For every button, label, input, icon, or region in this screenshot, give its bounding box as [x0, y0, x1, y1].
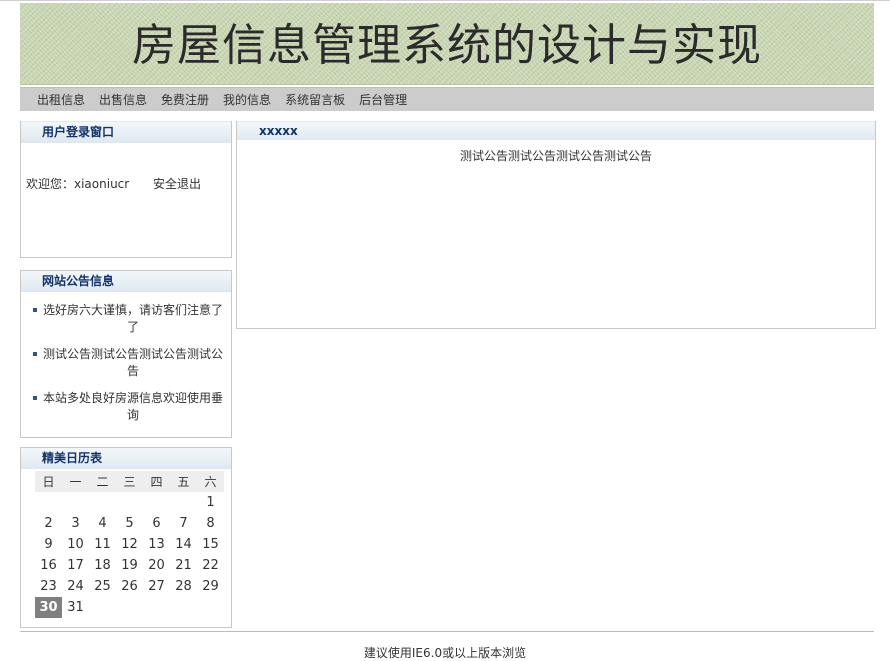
- calendar-day[interactable]: 11: [89, 534, 116, 555]
- calendar-empty-cell: [143, 597, 170, 618]
- footer-text: 建议使用IE6.0或以上版本浏览: [363, 646, 527, 660]
- calendar-week-row: 16 17 18 19 20 21 22: [35, 555, 224, 576]
- logout-link[interactable]: 安全退出: [153, 177, 201, 191]
- weekday-label: 四: [143, 471, 170, 492]
- calendar-day[interactable]: 14: [170, 534, 197, 555]
- main-content-panel: xxxxx 测试公告测试公告测试公告测试公告: [236, 121, 876, 329]
- calendar-day[interactable]: 8: [197, 513, 224, 534]
- calendar-day[interactable]: 26: [116, 576, 143, 597]
- calendar-day[interactable]: 15: [197, 534, 224, 555]
- calendar-day[interactable]: 29: [197, 576, 224, 597]
- notice-item-text: 选好房六大谨慎，请访客们注意了了: [42, 303, 223, 334]
- weekday-label: 三: [116, 471, 143, 492]
- bullet-icon: [33, 396, 37, 400]
- calendar-grid: 日 一 二 三 四 五 六 1 2 3 4 5 6 7 8 9 10 11 12 13 14 15 16 17 1…: [35, 471, 224, 618]
- calendar-empty-cell: [89, 492, 116, 513]
- calendar-empty-cell: [170, 597, 197, 618]
- calendar-day[interactable]: 21: [170, 555, 197, 576]
- nav-item-sale[interactable]: 出售信息: [99, 88, 147, 111]
- calendar-empty-cell: [143, 492, 170, 513]
- calendar-day[interactable]: 10: [62, 534, 89, 555]
- notice-item[interactable]: 选好房六大谨慎，请访客们注意了了: [33, 302, 225, 336]
- calendar-day[interactable]: 9: [35, 534, 62, 555]
- site-title: 房屋信息管理系统的设计与实现: [132, 20, 762, 71]
- calendar-day[interactable]: 4: [89, 513, 116, 534]
- calendar-empty-cell: [35, 492, 62, 513]
- top-border: [0, 0, 890, 1]
- calendar-day[interactable]: 31: [62, 597, 89, 618]
- notice-item-text: 测试公告测试公告测试公告测试公告: [42, 347, 223, 378]
- notice-list: 选好房六大谨慎，请访客们注意了了 测试公告测试公告测试公告测试公告 本站多处良好…: [21, 292, 231, 424]
- weekday-label: 二: [89, 471, 116, 492]
- welcome-text: 欢迎您：xiaoniucr: [26, 177, 130, 191]
- calendar-week-row: 2345678: [35, 513, 224, 534]
- calendar-panel-title: 精美日历表: [21, 448, 231, 469]
- main-notice-text: 测试公告测试公告测试公告测试公告: [459, 149, 652, 163]
- calendar-empty-cell: [62, 492, 89, 513]
- login-panel: 用户登录窗口 欢迎您：xiaoniucr 安全退出: [20, 121, 232, 258]
- site-banner: 房屋信息管理系统的设计与实现: [20, 3, 874, 85]
- calendar-empty-cell: [116, 492, 143, 513]
- calendar-day[interactable]: 3: [62, 513, 89, 534]
- calendar-day[interactable]: 2: [35, 513, 62, 534]
- calendar-day[interactable]: 24: [62, 576, 89, 597]
- calendar-empty-cell: [170, 492, 197, 513]
- calendar-weekday-row: 日 一 二 三 四 五 六: [35, 471, 224, 492]
- calendar-day[interactable]: 12: [116, 534, 143, 555]
- calendar-empty-cell: [89, 597, 116, 618]
- calendar-day[interactable]: 5: [116, 513, 143, 534]
- bullet-icon: [33, 308, 37, 312]
- footer-divider: [20, 631, 874, 632]
- calendar-day[interactable]: 1: [197, 492, 224, 513]
- calendar-day[interactable]: 20: [143, 555, 170, 576]
- calendar-day[interactable]: 23: [35, 576, 62, 597]
- calendar-week-row: 23 24 25 26 27 28 29: [35, 576, 224, 597]
- notice-panel: 网站公告信息 选好房六大谨慎，请访客们注意了了 测试公告测试公告测试公告测试公告…: [20, 270, 232, 438]
- calendar-day[interactable]: 7: [170, 513, 197, 534]
- weekday-label: 五: [170, 471, 197, 492]
- login-status: 欢迎您：xiaoniucr 安全退出: [26, 175, 201, 192]
- weekday-label: 六: [197, 471, 224, 492]
- nav-item-my-info[interactable]: 我的信息: [223, 88, 271, 111]
- main-panel-title: xxxxx: [237, 121, 875, 140]
- calendar-empty-cell: [197, 597, 224, 618]
- calendar-day[interactable]: 17: [62, 555, 89, 576]
- calendar-day[interactable]: 19: [116, 555, 143, 576]
- nav-items: 出租信息 出售信息 免费注册 我的信息 系统留言板 后台管理: [37, 88, 421, 111]
- weekday-label: 一: [62, 471, 89, 492]
- login-panel-title: 用户登录窗口: [21, 121, 231, 143]
- nav-item-rent[interactable]: 出租信息: [37, 88, 85, 111]
- nav-item-register[interactable]: 免费注册: [161, 88, 209, 111]
- main-nav: 出租信息 出售信息 免费注册 我的信息 系统留言板 后台管理: [20, 87, 874, 111]
- calendar-day[interactable]: 6: [143, 513, 170, 534]
- calendar-panel: 精美日历表 日 一 二 三 四 五 六 1 2 3 4 5 6 7 8 9 10 11 12 13 14 1…: [20, 447, 232, 628]
- calendar-day[interactable]: 28: [170, 576, 197, 597]
- calendar-empty-cell: [116, 597, 143, 618]
- calendar-day[interactable]: 16: [35, 555, 62, 576]
- weekday-label: 日: [35, 471, 62, 492]
- calendar-day[interactable]: 22: [197, 555, 224, 576]
- calendar-days: 1 2 3 4 5 6 7 8 9 10 11 12 13 14 15 16 17 18 19 20 21 22 23 24 2…: [35, 492, 224, 618]
- calendar-week-row: 1: [35, 492, 224, 513]
- calendar-day[interactable]: 25: [89, 576, 116, 597]
- notice-item[interactable]: 测试公告测试公告测试公告测试公告: [33, 346, 225, 380]
- calendar-day[interactable]: 18: [89, 555, 116, 576]
- calendar-day[interactable]: 30: [35, 597, 62, 618]
- calendar-week-row: 30 31: [35, 597, 224, 618]
- notice-panel-title: 网站公告信息: [21, 271, 231, 292]
- calendar-day[interactable]: 27: [143, 576, 170, 597]
- nav-item-admin[interactable]: 后台管理: [359, 88, 407, 111]
- notice-item[interactable]: 本站多处良好房源信息欢迎使用垂询: [33, 390, 225, 424]
- calendar-day[interactable]: 13: [143, 534, 170, 555]
- calendar-week-row: 9 10 11 12 13 14 15: [35, 534, 224, 555]
- nav-item-message-board[interactable]: 系统留言板: [285, 88, 345, 111]
- bullet-icon: [33, 352, 37, 356]
- notice-item-text: 本站多处良好房源信息欢迎使用垂询: [42, 391, 223, 422]
